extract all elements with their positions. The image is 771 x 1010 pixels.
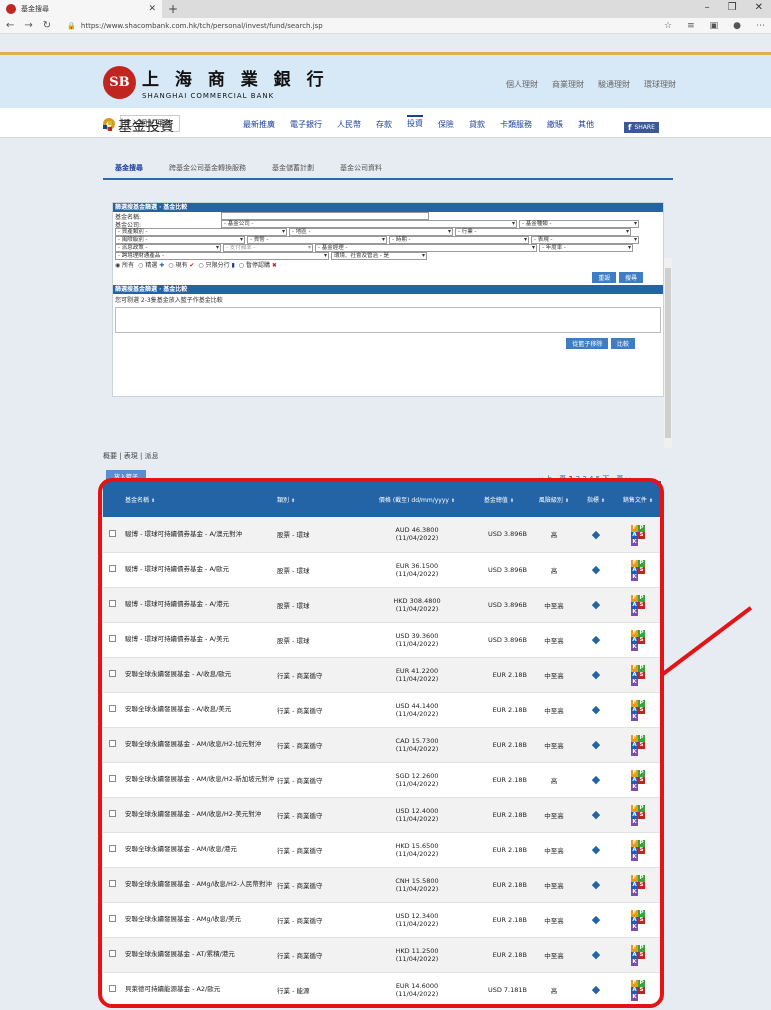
currency-select[interactable]: - 貨幣 -: [247, 236, 387, 244]
menu-bills[interactable]: 繳賬: [547, 119, 563, 130]
cross-icon: ✖: [271, 261, 277, 269]
bank-favicon-icon: [6, 4, 16, 14]
url-field[interactable]: 🔒 https://www.shacombank.com.hk/tch/perso…: [67, 22, 654, 30]
region-select[interactable]: - 地區 -: [289, 228, 453, 236]
radio-branch-label: 只限分行: [205, 261, 230, 269]
new-tab-icon[interactable]: +: [168, 2, 178, 16]
radio-existing[interactable]: ○ 現有 ✔: [168, 260, 194, 269]
menu-promotions[interactable]: 最新推廣: [243, 119, 275, 130]
compare-hint: 您可剔選 2-3隻基金放入籃子作基金比較: [115, 296, 223, 304]
search-button[interactable]: 搜尋: [618, 272, 643, 283]
filter-scrollbar[interactable]: [664, 258, 672, 448]
fund-name-input[interactable]: [221, 212, 429, 220]
segment-nav: 個人理財 商業理財 駿通理財 環球理財: [506, 79, 676, 90]
radio-all-label: 所有: [122, 261, 135, 269]
main-menu: 最新推廣 電子銀行 人民幣 存款 投資 保險 貸款 卡類服務 繳賬 其他: [243, 115, 594, 130]
page-tabs: 基金搜尋 跨基金公司基金轉換服務 基金儲蓄計劃 基金公司資料: [103, 158, 673, 180]
refresh-icon[interactable]: ↻: [43, 20, 51, 31]
view-switcher[interactable]: 概要 | 表現 | 派息: [103, 451, 159, 461]
menu-insurance[interactable]: 保險: [438, 119, 454, 130]
industry-select[interactable]: - 行業 -: [455, 228, 631, 236]
asset-class-select[interactable]: - 資產類別 -: [115, 228, 287, 236]
tab-fund-search[interactable]: 基金搜尋: [115, 163, 143, 173]
radio-selected-label: 精選: [145, 261, 158, 269]
window-controls: – ❐ ✕: [705, 2, 763, 13]
compare-basket[interactable]: [115, 307, 661, 333]
menu-deposits[interactable]: 存款: [376, 119, 392, 130]
selected-tag-icon: ✚: [159, 261, 165, 269]
fund-type-select[interactable]: - 基金種類 -: [519, 220, 639, 228]
bank-name-cn: 上 海 商 業 銀 行: [142, 70, 329, 90]
company-select[interactable]: - 基金公司 -: [221, 220, 517, 228]
radio-selected[interactable]: ○ 精選 ✚: [138, 260, 164, 269]
close-window-icon[interactable]: ✕: [755, 2, 763, 13]
segment-global[interactable]: 環球理財: [644, 79, 676, 90]
address-bar: ← → ↻ 🔒 https://www.shacombank.com.hk/tch…: [0, 18, 771, 34]
page-title-text: 基金投資: [118, 119, 174, 135]
radio-suspended-label: 暫停認購: [245, 261, 270, 269]
page-title: 基金投資: [103, 116, 174, 136]
menu-others[interactable]: 其他: [578, 119, 594, 130]
tab-fund-house[interactable]: 基金公司資料: [340, 163, 382, 173]
bank-logo[interactable]: SB 上 海 商 業 銀 行 SHANGHAI COMMERCIAL BANK: [103, 65, 329, 100]
check-mark-icon: ✔: [189, 261, 195, 269]
more-menu-icon[interactable]: ⋯: [756, 21, 765, 31]
esg-select[interactable]: 環境、社會及管治 - 是: [331, 252, 427, 260]
share-label: SHARE: [634, 124, 655, 131]
menu-cards[interactable]: 卡類服務: [500, 119, 532, 130]
browser-tools: ☆ ≡ ▣ ● ⋯: [664, 21, 765, 31]
title-decoration-icon: [103, 121, 113, 131]
menu-ebanking[interactable]: 電子銀行: [290, 119, 322, 130]
fee-select[interactable]: - 年度率 -: [539, 244, 633, 252]
facebook-share-button[interactable]: f SHARE: [624, 122, 659, 133]
radio-all[interactable]: ◉ 所有: [115, 260, 134, 269]
browser-tab-bar: 基金搜尋 ✕ + – ❐ ✕: [0, 0, 771, 18]
compare-button[interactable]: 比較: [610, 338, 635, 349]
site-header: SB 上 海 商 業 銀 行 SHANGHAI COMMERCIAL BANK …: [0, 52, 771, 108]
lock-icon: 🔒: [67, 21, 76, 30]
filter-panel: 篩選搜基金篩選 ‧ 基金比較 基金名稱: 基金公司:- 基金公司 -- 基金種類…: [112, 202, 664, 397]
maximize-icon[interactable]: ❐: [728, 2, 737, 13]
menu-investment[interactable]: 投資: [407, 115, 423, 130]
segment-personal[interactable]: 個人理財: [506, 79, 538, 90]
segment-premier[interactable]: 駿通理財: [598, 79, 630, 90]
minimize-icon[interactable]: –: [705, 2, 710, 13]
highlight-box: [98, 478, 664, 1008]
radio-branch-only[interactable]: ○ 只限分行 ▮: [198, 260, 234, 269]
radio-existing-label: 現有: [175, 261, 188, 269]
tab-savings-plan[interactable]: 基金儲蓄計劃: [272, 163, 314, 173]
menu-rmb[interactable]: 人民幣: [337, 119, 361, 130]
menu-loans[interactable]: 貸款: [469, 119, 485, 130]
manager-select[interactable]: - 基金經理 -: [315, 244, 537, 252]
favorite-star-icon[interactable]: ☆: [664, 21, 672, 31]
facebook-icon: f: [628, 123, 632, 132]
collections-icon[interactable]: ▣: [710, 21, 719, 31]
close-tab-icon[interactable]: ✕: [148, 4, 156, 14]
back-icon[interactable]: ←: [6, 20, 14, 31]
performance-select[interactable]: - 表現 -: [531, 236, 639, 244]
dividend-policy-select[interactable]: - 派息政策 -: [115, 244, 221, 252]
period-select[interactable]: - 時期 -: [389, 236, 529, 244]
favorites-list-icon[interactable]: ≡: [687, 21, 695, 31]
branch-icon: ▮: [231, 261, 235, 269]
bank-emblem-icon: SB: [103, 66, 136, 99]
scrollbar-thumb[interactable]: [665, 268, 671, 438]
tab-fund-switch[interactable]: 跨基金公司基金轉換服務: [169, 163, 246, 173]
compare-section-header: 篩選搜基金篩選 ‧ 基金比較: [113, 285, 663, 294]
forward-icon[interactable]: →: [24, 20, 32, 31]
radio-suspended[interactable]: ○ 暫停認購 ✖: [239, 260, 277, 269]
risk-select[interactable]: - 風險級別 -: [115, 236, 245, 244]
url-text: https://www.shacombank.com.hk/tch/person…: [80, 21, 323, 30]
browser-tab[interactable]: 基金搜尋 ✕: [0, 0, 162, 18]
tab-title: 基金搜尋: [21, 5, 49, 13]
reset-button[interactable]: 重設: [592, 272, 617, 283]
bank-name-en: SHANGHAI COMMERCIAL BANK: [142, 92, 275, 100]
segment-business[interactable]: 商業理財: [552, 79, 584, 90]
remove-from-basket-button[interactable]: 從籃子移除: [566, 338, 609, 349]
frequency-select[interactable]: - 支付頻率 -: [223, 244, 313, 252]
cross-boundary-select[interactable]: - 跨境理財通產品 -: [115, 252, 329, 260]
profile-icon[interactable]: ●: [733, 21, 741, 31]
